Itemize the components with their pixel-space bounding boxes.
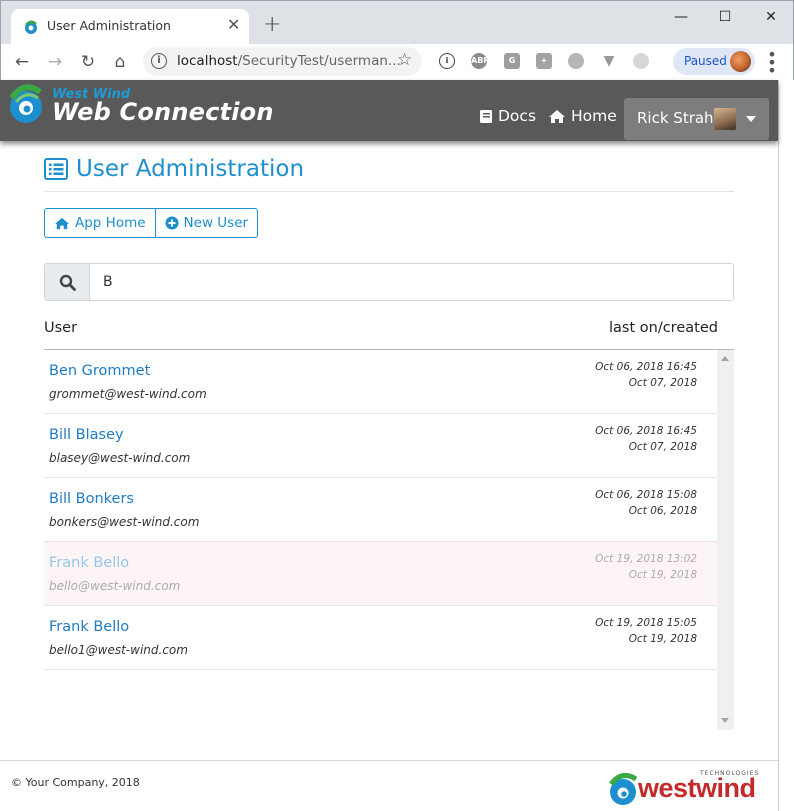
user-list: Ben Grommet grommet@west-wind.com Oct 06… [44, 350, 717, 730]
user-created: Oct 07, 2018 [628, 377, 697, 389]
action-button-group: App Home New User [44, 208, 259, 238]
misc-extension-icon[interactable] [633, 53, 649, 69]
browser-toolbar: ← → ↻ ⌂ i localhost/SecurityTest/userman… [0, 44, 794, 80]
west-wind-logo-icon[interactable] [6, 82, 46, 126]
user-name-link[interactable]: Frank Bello [49, 619, 129, 635]
search-input[interactable] [90, 264, 733, 300]
user-created: Oct 06, 2018 [628, 505, 697, 517]
list-item[interactable]: Bill Blasey blasey@west-wind.com Oct 06,… [44, 414, 717, 478]
reload-icon[interactable]: ↻ [76, 50, 100, 74]
user-last-on: Oct 06, 2018 16:45 [595, 361, 697, 373]
new-user-button[interactable]: New User [155, 208, 259, 238]
site-info-icon[interactable]: i [151, 53, 167, 69]
column-header-last-on: last on/created [609, 320, 718, 336]
vue-extension-icon[interactable]: ▼ [601, 53, 617, 69]
app-home-button[interactable]: App Home [44, 208, 156, 238]
minimize-icon[interactable]: — [661, 5, 701, 29]
westwind-tagline: TECHNOLOGIES [700, 770, 760, 777]
scroll-down-icon[interactable] [721, 718, 729, 723]
tab-title: User Administration [47, 18, 171, 33]
user-avatar [714, 108, 736, 130]
window-right-edge [778, 80, 794, 811]
list-scrollbar[interactable] [717, 350, 734, 730]
note-extension-icon[interactable]: + [536, 53, 552, 69]
user-last-on: Oct 06, 2018 16:45 [595, 425, 697, 437]
user-email: bello@west-wind.com [49, 579, 181, 593]
list-icon [44, 158, 68, 180]
address-bar[interactable]: i localhost/SecurityTest/userman... ☆ [143, 47, 422, 76]
column-header-user: User [44, 320, 78, 336]
user-last-on: Oct 19, 2018 13:02 [595, 553, 697, 565]
user-created: Oct 07, 2018 [628, 441, 697, 453]
extension-info-icon[interactable]: i [439, 53, 455, 69]
user-last-on: Oct 19, 2018 15:05 [595, 617, 697, 629]
scroll-up-icon[interactable] [721, 356, 729, 361]
westwind-logo[interactable]: westwind TECHNOLOGIES [608, 769, 766, 809]
user-name-link[interactable]: Frank Bello [49, 555, 129, 571]
nav-docs-link[interactable]: Docs [479, 107, 536, 125]
user-email: bello1@west-wind.com [49, 643, 188, 657]
book-icon [480, 109, 492, 123]
circle-extension-icon[interactable] [568, 53, 584, 69]
browser-tab-bar: User Administration ✕ + — ☐ ✕ [0, 0, 794, 45]
user-last-on: Oct 06, 2018 15:08 [595, 489, 697, 501]
list-item[interactable]: Frank Bello bello1@west-wind.com Oct 19,… [44, 606, 717, 670]
address-url[interactable]: localhost/SecurityTest/userman... [177, 53, 401, 69]
app-navbar: West Wind Web Connection Docs Home Rick … [0, 80, 778, 141]
profile-avatar [730, 51, 751, 72]
new-user-label: New User [183, 215, 249, 231]
list-item[interactable]: Bill Bonkers bonkers@west-wind.com Oct 0… [44, 478, 717, 542]
nav-docs-label: Docs [498, 107, 537, 125]
window-close-icon[interactable]: ✕ [751, 5, 791, 29]
user-name: Rick Strahl [637, 109, 718, 127]
user-name-link[interactable]: Ben Grommet [49, 363, 150, 379]
home-browser-icon[interactable]: ⌂ [108, 50, 132, 74]
user-name-link[interactable]: Bill Bonkers [49, 491, 134, 507]
browser-menu-icon[interactable]: • • • [766, 47, 778, 79]
search-icon [59, 274, 76, 291]
page-title: User Administration [44, 156, 304, 182]
nav-home-label: Home [571, 107, 617, 125]
nav-home-link[interactable]: Home [548, 107, 617, 125]
tab-close-icon[interactable]: ✕ [227, 16, 240, 34]
profile-status: Paused [684, 54, 727, 68]
page-title-text: User Administration [76, 156, 305, 182]
west-wind-favicon-icon [25, 20, 37, 34]
google-extension-icon[interactable]: G [504, 53, 520, 69]
home-icon [55, 217, 69, 229]
user-email: bonkers@west-wind.com [49, 515, 200, 529]
plus-circle-icon [165, 216, 179, 230]
user-email: grommet@west-wind.com [49, 387, 207, 401]
list-item[interactable]: Ben Grommet grommet@west-wind.com Oct 06… [44, 350, 717, 414]
home-icon [549, 109, 565, 123]
back-icon[interactable]: ← [10, 50, 34, 74]
browser-tab[interactable]: User Administration ✕ [11, 9, 249, 45]
user-created: Oct 19, 2018 [628, 569, 697, 581]
title-divider [44, 191, 734, 192]
footer-divider [0, 760, 778, 761]
user-email: blasey@west-wind.com [49, 451, 191, 465]
adblock-extension-icon[interactable]: ABP [471, 53, 489, 69]
maximize-icon[interactable]: ☐ [705, 5, 745, 29]
caret-down-icon [746, 116, 756, 122]
westwind-globe-icon [609, 772, 638, 805]
bookmark-star-icon[interactable]: ☆ [397, 50, 412, 70]
new-tab-icon[interactable]: + [263, 14, 281, 36]
westwind-wordmark: westwind [638, 773, 756, 803]
search-group [44, 263, 734, 301]
list-item-inactive[interactable]: Frank Bello bello@west-wind.com Oct 19, … [44, 542, 717, 606]
profile-button[interactable]: Paused [673, 48, 755, 75]
footer-copyright: © Your Company, 2018 [11, 776, 140, 789]
user-created: Oct 19, 2018 [628, 633, 697, 645]
user-menu-button[interactable]: Rick Strahl [624, 98, 769, 140]
app-home-label: App Home [75, 215, 146, 231]
forward-icon[interactable]: → [43, 50, 67, 74]
user-name-link[interactable]: Bill Blasey [49, 427, 124, 443]
brand-title[interactable]: Web Connection [52, 98, 274, 126]
search-addon [45, 264, 90, 300]
